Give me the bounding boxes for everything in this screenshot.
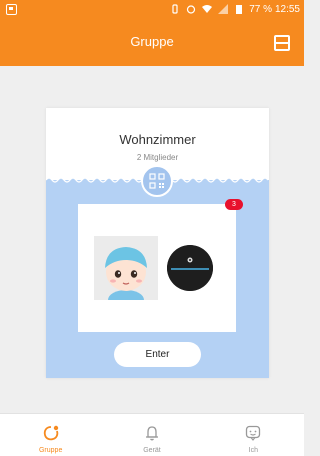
enter-button[interactable]: Enter	[114, 342, 201, 367]
bell-icon	[145, 426, 158, 441]
page-title: Gruppe	[130, 34, 174, 49]
app-header: Gruppe	[0, 20, 304, 66]
tab-gruppe[interactable]: Gruppe	[0, 414, 101, 456]
group-icon	[43, 425, 58, 441]
group-card[interactable]: Wohnzimmer 2 Mitglieder 3 Enter	[46, 108, 269, 378]
notification-badge: 3	[225, 199, 243, 210]
qr-code-icon	[149, 173, 165, 189]
tab-label-ich: Ich	[248, 447, 258, 454]
tab-geraet[interactable]: Gerät	[101, 414, 202, 456]
member-count: 2 Mitglieder	[136, 153, 179, 162]
menu-icon[interactable]	[274, 35, 290, 51]
tab-label-geraet: Gerät	[143, 447, 161, 454]
tab-ich[interactable]: Ich	[203, 414, 304, 456]
bottom-tab-bar: Gruppe Gerät Ich	[0, 413, 304, 456]
chat-face-icon	[246, 425, 261, 441]
battery-icon	[236, 5, 242, 14]
room-name: Wohnzimmer	[119, 132, 196, 147]
alarm-icon	[186, 5, 196, 14]
child-avatar	[94, 236, 158, 300]
signal-icon	[218, 4, 228, 14]
status-icons	[170, 4, 244, 14]
notification-icon	[6, 4, 17, 15]
wifi-icon	[202, 5, 212, 13]
tab-label-gruppe: Gruppe	[38, 447, 63, 454]
battery-percent: 77 %	[249, 4, 272, 15]
device-avatar	[167, 245, 213, 291]
clock: 12:55	[274, 4, 300, 15]
qr-code-button[interactable]	[141, 165, 173, 197]
status-bar: 77 % 12:55	[0, 0, 304, 20]
vibrate-icon	[172, 4, 178, 14]
